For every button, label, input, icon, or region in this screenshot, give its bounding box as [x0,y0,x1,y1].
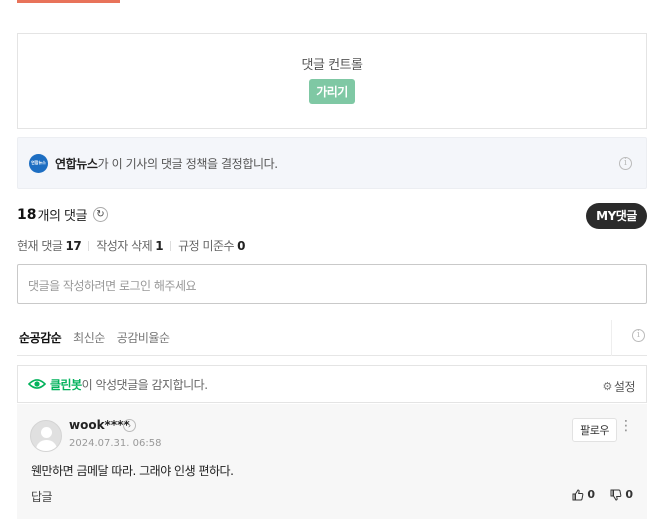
info-icon[interactable]: i [632,329,645,342]
chevron-right-icon[interactable]: › [123,419,136,432]
dislike-button[interactable]: 0 [610,488,633,501]
stat-violation-value: 0 [237,238,245,253]
reply-button[interactable]: 답글 [31,488,53,505]
info-icon[interactable]: i [619,157,632,170]
settings-label: 설정 [613,380,636,394]
comment-item: wook**** › 2024.07.31. 06:58 팔로우 ⋮ 웬만하면 … [17,404,647,519]
cleanbot-settings-button[interactable]: ⚙ 설정 [602,378,636,395]
comment-count-label: 개의 댓글 [37,209,87,224]
yonhap-logo-icon: 연합뉴스 [29,153,48,173]
comment-timestamp: 2024.07.31. 06:58 [69,438,162,449]
like-button[interactable]: 0 [572,488,595,501]
follow-button[interactable]: 팔로우 [572,418,617,442]
tab-sort-likes[interactable]: 순공감순 [19,329,62,346]
publisher-name[interactable]: 연합뉴스 [55,157,98,171]
comment-control-panel: 댓글 컨트롤 가리기 [17,33,647,129]
refresh-icon[interactable]: ↻ [92,207,108,222]
gear-icon: ⚙ [602,380,613,393]
stats-divider [88,240,90,251]
comment-input-login-prompt[interactable]: 댓글을 작성하려면 로그인 해주세요 [17,264,647,304]
yonhap-logo-text: 연합뉴스 [31,160,46,165]
tab-sort-latest[interactable]: 최신순 [73,329,105,346]
sort-tabs: 순공감순 최신순 공감비율순 i [17,320,647,356]
hide-comments-button[interactable]: 가리기 [309,79,355,104]
comment-body: 웬만하면 금메달 따라. 그래야 인생 편하다. [31,464,234,478]
policy-description: 가 이 기사의 댓글 정책을 결정합니다. [97,156,278,171]
thumbs-down-icon [610,489,622,501]
dislike-count: 0 [625,488,633,501]
comment-count-number: 18 [17,206,37,223]
comment-username[interactable]: wook**** [69,418,130,432]
more-vertical-icon[interactable]: ⋮ [619,419,633,433]
policy-text: 연합뉴스가 이 기사의 댓글 정책을 결정합니다. [55,155,278,172]
like-count: 0 [587,488,595,501]
cleanbot-text: 클린봇이 악성댓글을 감지합니다. [50,376,208,393]
article-accent-bar [17,0,120,3]
comment-count: 18 개의 댓글 ↻ [17,205,108,224]
cleanbot-notice: 클린봇이 악성댓글을 감지합니다. ⚙ 설정 [17,365,647,403]
sort-divider [611,320,612,356]
cleanbot-eye-icon [27,378,47,390]
cleanbot-name: 클린봇 [50,377,82,392]
tab-sort-ratio[interactable]: 공감비율순 [117,329,170,346]
cleanbot-description: 이 악성댓글을 감지합니다. [81,377,208,392]
stat-deleted-label: 작성자 삭제 [96,239,153,253]
avatar[interactable] [30,420,62,452]
my-comments-button[interactable]: MY댓글 [586,203,647,229]
stat-current-label: 현재 댓글 [17,239,63,253]
comment-stats: 현재 댓글 17 작성자 삭제 1 규정 미준수 0 [17,237,245,254]
thumbs-up-icon [572,488,584,500]
stat-current-value: 17 [65,238,82,253]
comment-control-title: 댓글 컨트롤 [301,58,363,73]
stats-divider [170,240,172,251]
comment-policy-notice: 연합뉴스 연합뉴스가 이 기사의 댓글 정책을 결정합니다. i [17,137,647,189]
stat-violation-label: 규정 미준수 [178,239,235,253]
stat-deleted-value: 1 [155,238,164,253]
